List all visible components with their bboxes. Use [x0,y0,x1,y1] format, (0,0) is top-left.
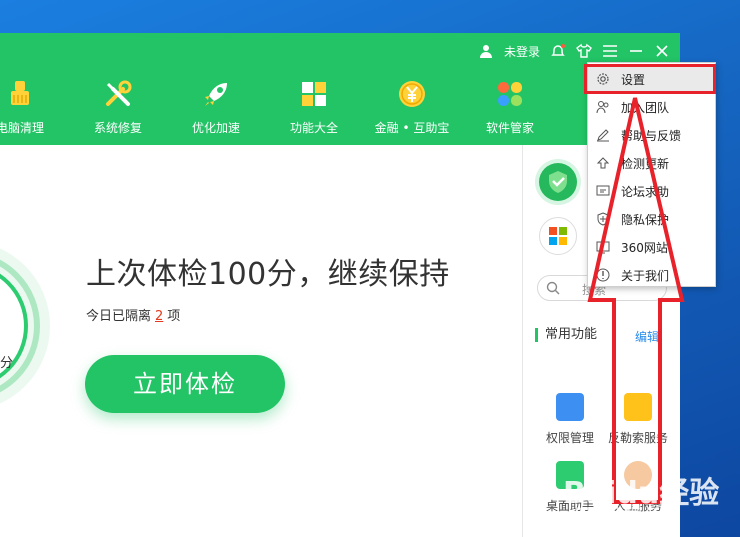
nav-label: 优化加速 [191,121,240,135]
nav-item-system-repair[interactable]: 系统修复 [78,79,158,139]
isolation-suffix: 项 [167,309,181,324]
notification-icon[interactable] [550,43,566,59]
flower-apps-icon [495,79,525,109]
isolation-prefix: 今日已隔离 [86,309,152,324]
app-window: 未登录 电脑清理 系统修复 优化加速 功能大全 金融 • 互助宝 软件管家 分 … [0,33,680,537]
nav-item-finance[interactable]: 金融 • 互助宝 [372,79,452,139]
windows-logo-icon[interactable] [539,217,577,255]
close-icon[interactable] [654,43,670,59]
nav-label: 电脑清理 [0,121,44,135]
login-status[interactable]: 未登录 [504,43,540,60]
isolation-summary: 今日已隔离 2 项 [86,305,180,324]
broom-icon [5,79,35,109]
nav-label: 金融 • 互助宝 [374,121,450,135]
user-icon[interactable] [478,43,494,59]
baidu-watermark-url: jingyan.baidu.com [568,503,679,517]
yuan-coin-icon [397,79,427,109]
nav-label: 系统修复 [93,121,142,135]
isolated-count-link[interactable]: 2 [155,309,163,324]
start-checkup-button[interactable]: 立即体检 [85,355,285,413]
main-panel: 分 上次体检100分，继续保持 今日已隔离 2 项 立即体检 [0,145,522,537]
main-nav: 电脑清理 系统修复 优化加速 功能大全 金融 • 互助宝 软件管家 [0,79,680,139]
top-bar: 未登录 电脑清理 系统修复 优化加速 功能大全 金融 • 互助宝 软件管家 [0,33,680,145]
menu-icon[interactable] [602,43,618,59]
protection-shield-icon[interactable] [539,163,577,201]
skin-shirt-icon[interactable] [576,43,592,59]
wrench-icon [103,79,133,109]
nav-item-all-features[interactable]: 功能大全 [274,79,354,139]
nav-item-optimize[interactable]: 优化加速 [176,79,256,139]
checkup-headline: 上次体检100分，继续保持 [86,257,450,292]
rocket-icon [201,79,231,109]
nav-item-software-manager[interactable]: 软件管家 [470,79,550,139]
grid-icon [299,79,329,109]
nav-label: 功能大全 [289,121,338,135]
nav-item-computer-cleanup[interactable]: 电脑清理 [0,79,60,139]
minimize-icon[interactable] [628,43,644,59]
nav-label: 软件管家 [485,121,534,135]
annotation-arrow [587,97,685,504]
titlebar-controls: 未登录 [478,40,670,62]
search-icon [546,281,560,295]
score-unit: 分 [0,356,14,371]
